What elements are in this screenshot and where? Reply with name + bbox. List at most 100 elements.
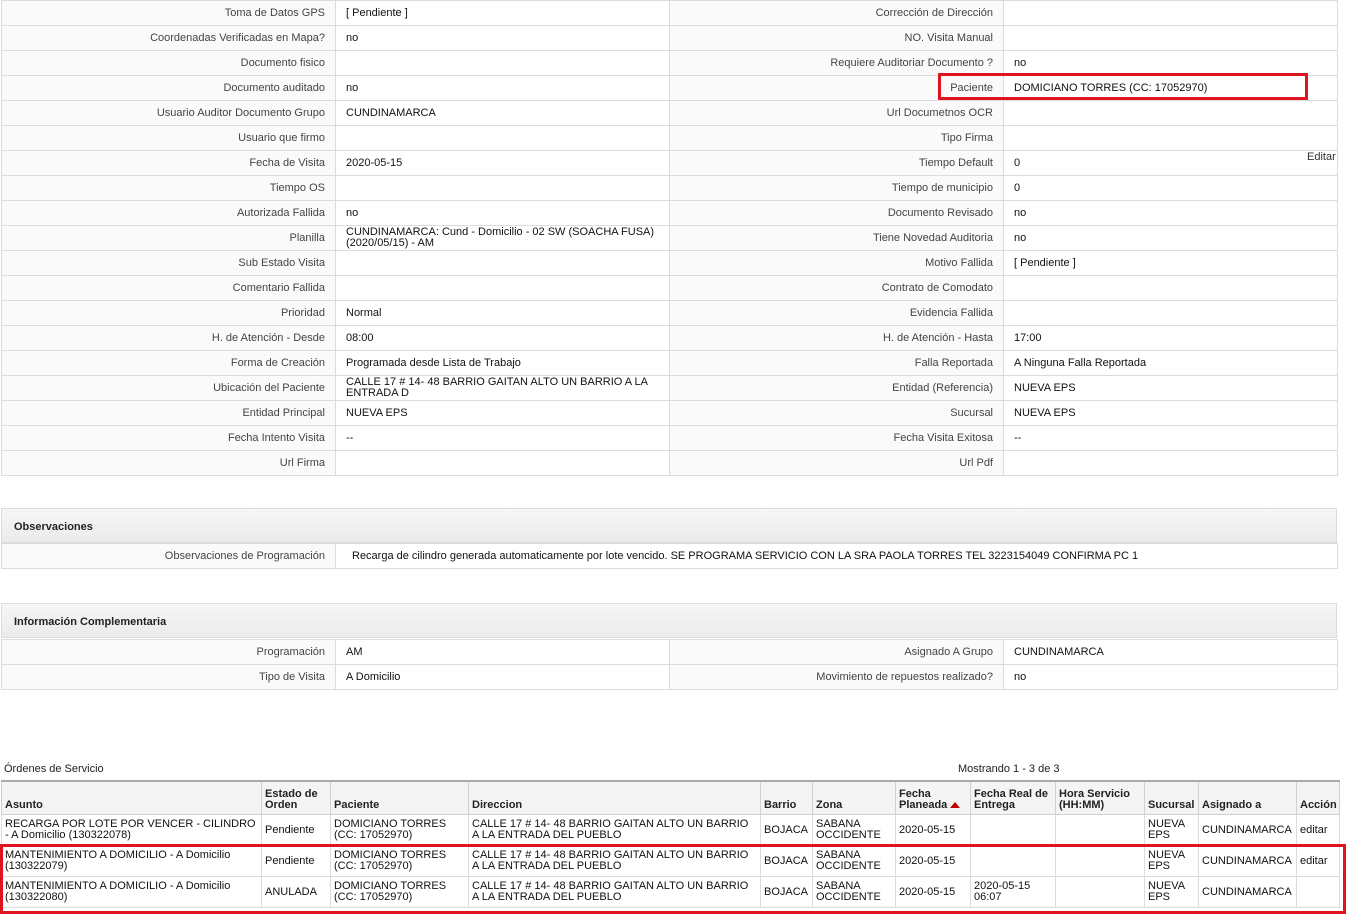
column-header[interactable]: Acción	[1296, 780, 1340, 815]
field-label: Forma de Creación	[1, 350, 336, 376]
column-header[interactable]: Fecha Real de Entrega	[970, 780, 1056, 815]
observaciones-label: Observaciones de Programación	[1, 543, 336, 569]
column-header[interactable]: Direccion	[468, 780, 761, 815]
field-label: Paciente	[669, 75, 1004, 101]
detail-row: Fecha Intento Visita -- Fecha Visita Exito…	[1, 425, 1338, 451]
field-label: Url Pdf	[669, 450, 1004, 476]
field-value	[1003, 0, 1338, 26]
field-value: --	[1003, 425, 1338, 451]
column-header[interactable]: Estado de Orden	[261, 780, 331, 815]
field-value: 0	[1003, 150, 1338, 176]
field-value	[1003, 125, 1338, 151]
table-row[interactable]: RECARGA POR LOTE POR VENCER - CILINDRO -…	[1, 814, 1340, 846]
column-header-label: Asunto	[5, 799, 43, 811]
field-value: DOMICIANO TORRES (CC: 17052970)	[1003, 75, 1338, 101]
edit-order-link	[1296, 876, 1340, 908]
edit-order-link[interactable]: editar	[1296, 845, 1340, 877]
field-label: Fecha Visita Exitosa	[669, 425, 1004, 451]
column-header[interactable]: Barrio	[760, 780, 813, 815]
field-label: Contrato de Comodato	[669, 275, 1004, 301]
column-header[interactable]: Fecha Planeada	[895, 780, 971, 815]
field-value: Programada desde Lista de Trabajo	[335, 350, 670, 376]
column-header-label: Acción	[1300, 799, 1337, 811]
field-value: CUNDINAMARCA	[335, 100, 670, 126]
column-header-label: Zona	[816, 799, 843, 811]
table-cell: ANULADA	[261, 876, 331, 908]
field-value: no	[1003, 664, 1338, 690]
edit-link[interactable]: Editar	[1307, 151, 1336, 163]
field-value	[335, 125, 670, 151]
field-value: A Domicilio	[335, 664, 670, 690]
field-value	[335, 175, 670, 201]
field-label: Url Firma	[1, 450, 336, 476]
table-cell: RECARGA POR LOTE POR VENCER - CILINDRO -…	[1, 814, 262, 846]
table-cell: Pendiente	[261, 845, 331, 877]
column-header[interactable]: Hora Servicio (HH:MM)	[1055, 780, 1145, 815]
table-cell	[1055, 876, 1145, 908]
field-label: Tipo de Visita	[1, 664, 336, 690]
field-label: H. de Atención - Desde	[1, 325, 336, 351]
field-label: Prioridad	[1, 300, 336, 326]
field-label: Programación	[1, 639, 336, 665]
field-value: NUEVA EPS	[335, 400, 670, 426]
field-label: Requiere Auditoriar Documento ?	[669, 50, 1004, 76]
field-label: Entidad Principal	[1, 400, 336, 426]
table-row[interactable]: MANTENIMIENTO A DOMICILIO - A Domicilio …	[1, 876, 1340, 908]
table-cell: DOMICIANO TORRES (CC: 17052970)	[330, 845, 469, 877]
column-header[interactable]: Zona	[812, 780, 896, 815]
detail-row: Comentario Fallida Contrato de Comodato	[1, 275, 1338, 301]
table-cell	[970, 814, 1056, 846]
table-cell: CALLE 17 # 14- 48 BARRIO GAITAN ALTO UN …	[468, 814, 761, 846]
field-value	[335, 275, 670, 301]
field-value: NUEVA EPS	[1003, 375, 1338, 401]
table-cell: DOMICIANO TORRES (CC: 17052970)	[330, 814, 469, 846]
column-header-label: Barrio	[764, 799, 797, 811]
table-cell: CUNDINAMARCA	[1198, 876, 1297, 908]
column-header-label: Fecha Planeada	[899, 788, 948, 811]
field-label: Tiempo de municipio	[669, 175, 1004, 201]
table-cell: CUNDINAMARCA	[1198, 814, 1297, 846]
observaciones-section-header: Observaciones	[1, 508, 1337, 543]
column-header[interactable]: Asignado a	[1198, 780, 1297, 815]
field-value: Normal	[335, 300, 670, 326]
field-value: AM	[335, 639, 670, 665]
field-label: Evidencia Fallida	[669, 300, 1004, 326]
field-value: [ Pendiente ]	[335, 0, 670, 26]
edit-order-link[interactable]: editar	[1296, 814, 1340, 846]
detail-row: Tiempo OS Tiempo de municipio 0	[1, 175, 1338, 201]
field-label: Fecha Intento Visita	[1, 425, 336, 451]
field-value: --	[335, 425, 670, 451]
field-label: Toma de Datos GPS	[1, 0, 336, 26]
table-cell: BOJACA	[760, 814, 813, 846]
column-header-label: Sucursal	[1148, 799, 1195, 811]
field-value: NUEVA EPS	[1003, 400, 1338, 426]
field-value: no	[1003, 225, 1338, 251]
table-cell: BOJACA	[760, 845, 813, 877]
complementaria-row: Programación AM Asignado A Grupo CUNDINAMAR…	[1, 639, 1338, 665]
field-label: Sub Estado Visita	[1, 250, 336, 276]
detail-row: H. de Atención - Desde 08:00 H. de Atenció…	[1, 325, 1338, 351]
field-value: CALLE 17 # 14- 48 BARRIO GAITAN ALTO UN …	[335, 375, 670, 401]
table-cell: Pendiente	[261, 814, 331, 846]
column-header-label: Asignado a	[1202, 799, 1262, 811]
column-header[interactable]: Sucursal	[1144, 780, 1199, 815]
sort-ascending-icon[interactable]	[950, 802, 961, 809]
field-label: Tiempo Default	[669, 150, 1004, 176]
field-label: Tipo Firma	[669, 125, 1004, 151]
column-header[interactable]: Asunto	[1, 780, 262, 815]
orders-table: Asunto Estado de Orden Paciente Direccion Ba…	[1, 780, 1340, 908]
field-label: H. de Atención - Hasta	[669, 325, 1004, 351]
detail-row: Coordenadas Verificadas en Mapa? no NO. Vi…	[1, 25, 1338, 51]
observaciones-table: Observaciones de Programación Recarga de…	[1, 543, 1338, 569]
detail-row: Url Firma Url Pdf	[1, 450, 1338, 476]
field-value: no	[335, 75, 670, 101]
field-value: CUNDINAMARCA: Cund - Domicilio - 02 SW (…	[335, 225, 670, 251]
observaciones-value: Recarga de cilindro generada automaticam…	[335, 543, 1338, 569]
table-cell: SABANA OCCIDENTE	[812, 845, 896, 877]
column-header[interactable]: Paciente	[330, 780, 469, 815]
column-header-label: Hora Servicio (HH:MM)	[1059, 788, 1130, 811]
table-row[interactable]: MANTENIMIENTO A DOMICILIO - A Domicilio …	[1, 845, 1340, 877]
detail-row: Documento auditado no Paciente DOMICIANO TO…	[1, 75, 1338, 101]
field-value	[335, 250, 670, 276]
field-value: no	[335, 200, 670, 226]
